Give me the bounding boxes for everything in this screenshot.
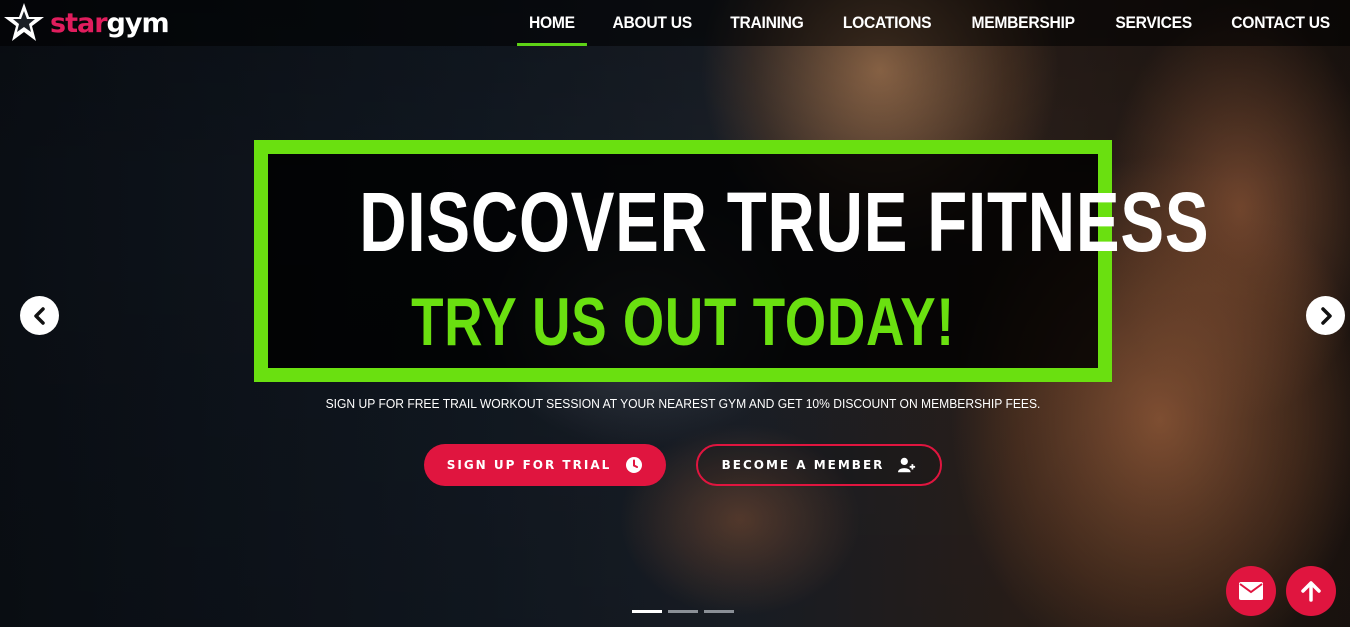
carousel-indicator-1[interactable] xyxy=(632,610,662,613)
nav-item-home[interactable]: HOME xyxy=(517,0,587,46)
headline-frame: DISCOVER TRUE FITNESS TRY US OUT TODAY! xyxy=(254,140,1210,382)
hero-headline: DISCOVER TRUE FITNESS xyxy=(359,175,1210,269)
carousel-next-button[interactable] xyxy=(1306,296,1345,335)
become-member-button[interactable]: BECOME A MEMBER xyxy=(696,444,942,486)
nav-item-membership[interactable]: MEMBERSHIP xyxy=(960,0,1087,46)
chevron-left-icon xyxy=(33,306,45,325)
sign-up-trial-button[interactable]: SIGN UP FOR TRIAL xyxy=(424,444,666,486)
nav-item-training[interactable]: TRAINING xyxy=(719,0,816,46)
nav-item-services[interactable]: SERVICES xyxy=(1103,0,1204,46)
carousel-indicators xyxy=(632,610,740,613)
user-plus-icon xyxy=(898,457,916,473)
hero-subheadline: TRY US OUT TODAY! xyxy=(411,284,955,360)
contact-mail-button[interactable] xyxy=(1226,566,1276,616)
chevron-right-icon xyxy=(1320,306,1332,325)
nav-item-contact-us[interactable]: CONTACT US xyxy=(1219,0,1342,46)
envelope-icon xyxy=(1239,582,1263,600)
logo-text-gym: gym xyxy=(106,7,170,39)
carousel-prev-button[interactable] xyxy=(20,296,59,335)
carousel-indicator-2[interactable] xyxy=(668,610,698,613)
carousel-indicator-3[interactable] xyxy=(704,610,734,613)
logo[interactable]: stargym xyxy=(2,2,170,44)
main-nav: HOME ABOUT US TRAINING LOCATIONS MEMBERS… xyxy=(511,0,1350,46)
sign-up-trial-label: SIGN UP FOR TRIAL xyxy=(446,458,612,472)
hero-tagline: SIGN UP FOR FREE TRAIL WORKOUT SESSION A… xyxy=(325,396,1041,411)
star-logo-icon xyxy=(4,3,44,41)
become-member-label: BECOME A MEMBER xyxy=(721,458,885,472)
back-to-top-button[interactable] xyxy=(1286,566,1336,616)
arrow-up-icon xyxy=(1301,581,1321,602)
clock-icon xyxy=(626,457,643,473)
logo-text: stargym xyxy=(50,7,170,39)
nav-item-locations[interactable]: LOCATIONS xyxy=(831,0,943,46)
nav-item-about-us[interactable]: ABOUT US xyxy=(600,0,703,46)
navbar: stargym HOME ABOUT US TRAINING LOCATIONS… xyxy=(0,0,1350,46)
logo-text-star: star xyxy=(50,7,108,39)
